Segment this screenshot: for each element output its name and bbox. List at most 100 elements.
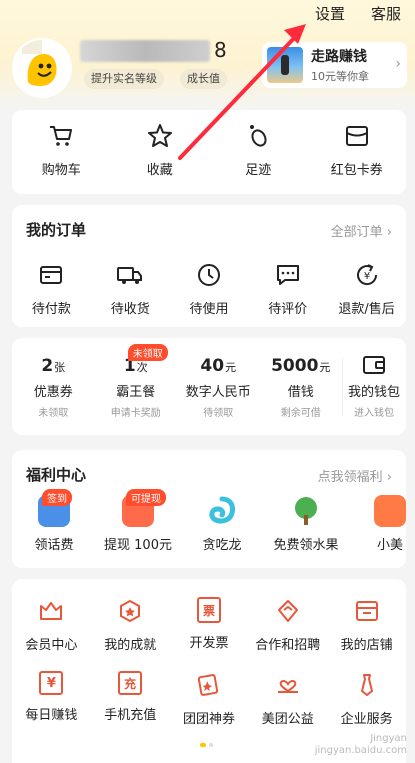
service-label: 合作和招聘 xyxy=(255,638,321,653)
order-item-label: 待使用 xyxy=(189,302,229,317)
asset-value: 5000元 xyxy=(271,356,331,376)
customer-service-button[interactable]: 客服 xyxy=(371,3,401,24)
assets-card: 2张 优惠券 未领取 未领取 1次 霸王餐 申请卡奖励 40元 数字人民币 待领… xyxy=(12,338,406,435)
quick-item-label: 足迹 xyxy=(245,163,272,178)
walk-earn-subtitle: 10元等你拿 xyxy=(311,70,369,83)
welfare-item-snake-game[interactable]: 贪吃龙 xyxy=(180,495,264,553)
asset-sub: 待领取 xyxy=(203,408,234,419)
service-my-store[interactable]: 我的店铺 xyxy=(327,597,406,653)
service-invoice[interactable]: 票 开发票 xyxy=(170,597,249,653)
service-charity[interactable]: 美团公益 xyxy=(248,671,327,727)
username-tail: 8 xyxy=(214,38,227,62)
order-item-pending-payment[interactable]: 待付款 xyxy=(12,261,91,317)
asset-value: 2张 xyxy=(41,356,66,376)
watermark-line1: Jingyan xyxy=(370,733,407,744)
truck-icon xyxy=(116,261,144,289)
tree-icon xyxy=(290,495,322,527)
growth-value-pill[interactable]: 成长值 xyxy=(180,69,227,89)
service-label: 开发票 xyxy=(189,636,229,651)
top-bar: 设置 客服 xyxy=(315,3,401,24)
service-label: 我的店铺 xyxy=(340,638,393,653)
asset-free-meal[interactable]: 未领取 1次 霸王餐 申请卡奖励 xyxy=(95,344,178,419)
username-redacted xyxy=(80,40,210,62)
recharge-glyph: 充 xyxy=(124,676,137,691)
avatar[interactable] xyxy=(14,40,70,96)
order-item-refund[interactable]: ¥ 退款/售后 xyxy=(327,261,406,317)
ticket-icon xyxy=(195,671,223,699)
charity-icon xyxy=(274,671,302,699)
asset-sub: 剩余可借 xyxy=(280,408,321,419)
chevron-right-icon: › xyxy=(395,56,401,72)
service-tuantuan-coupons[interactable]: 团团神券 xyxy=(170,671,249,727)
orders-card: 我的订单 全部订单 › 待付款 待收货 待使用 待评价 ¥ 退款/售后 xyxy=(12,205,406,327)
service-label: 手机充值 xyxy=(104,708,157,723)
welfare-item-label: 贪吃龙 xyxy=(202,538,242,553)
quick-item-coupons[interactable]: 红包卡券 xyxy=(308,122,407,178)
cart-icon xyxy=(47,122,75,150)
service-label: 团团神券 xyxy=(182,712,235,727)
crown-icon xyxy=(37,597,65,625)
asset-sub: 申请卡奖励 xyxy=(110,408,161,419)
order-item-to-use[interactable]: 待使用 xyxy=(170,261,249,317)
order-item-pending-receipt[interactable]: 待收货 xyxy=(91,261,170,317)
order-item-label: 待付款 xyxy=(31,302,71,317)
service-member-center[interactable]: 会员中心 xyxy=(12,597,91,653)
service-cooperation[interactable]: 合作和招聘 xyxy=(248,597,327,653)
quick-item-footprint[interactable]: 足迹 xyxy=(209,122,308,178)
welfare-center-card: 福利中心 点我领福利 › 签到 领话费 可提现 提现 100元 贪吃龙 免费领水… xyxy=(12,450,406,568)
quick-actions-card: 购物车 收藏 足迹 红包卡券 xyxy=(12,110,406,194)
invoice-icon: 票 xyxy=(196,597,221,623)
asset-label: 借钱 xyxy=(287,385,314,400)
asset-sub: 未领取 xyxy=(38,408,69,419)
quick-item-label: 收藏 xyxy=(146,163,173,178)
watermark-line2: jingyan.baidu.com xyxy=(314,745,407,756)
page-indicator xyxy=(200,743,213,747)
welfare-item-xiaomei[interactable]: 小美 xyxy=(348,495,406,553)
welfare-title: 福利中心 xyxy=(26,466,87,484)
verify-level-pill[interactable]: 提升实名等级 xyxy=(84,69,164,89)
welfare-item-phone-credit[interactable]: 签到 领话费 xyxy=(12,489,96,553)
star-icon xyxy=(146,122,174,150)
service-enterprise[interactable]: 企业服务 xyxy=(327,671,406,727)
quick-item-favorites[interactable]: 收藏 xyxy=(111,122,210,178)
medal-icon xyxy=(116,597,144,625)
service-daily-earn[interactable]: ¥ 每日赚钱 xyxy=(12,671,91,727)
my-wallet-label: 我的钱包 xyxy=(347,385,400,400)
welfare-more-link[interactable]: 点我领福利 › xyxy=(318,466,392,485)
my-wallet-entry[interactable]: 我的钱包 进入钱包 xyxy=(342,354,406,419)
orders-title: 我的订单 xyxy=(26,221,87,239)
welfare-item-label: 小美 xyxy=(376,538,403,553)
welfare-item-free-fruit[interactable]: 免费领水果 xyxy=(264,495,348,553)
settings-button[interactable]: 设置 xyxy=(315,3,345,24)
service-achievements[interactable]: 我的成就 xyxy=(91,597,170,653)
store-icon xyxy=(353,597,381,625)
walk-earn-card[interactable]: 走路赚钱 10元等你拿 › xyxy=(262,42,407,88)
yen-glyph: ¥ xyxy=(46,675,56,691)
asset-coupons[interactable]: 2张 优惠券 未领取 xyxy=(12,356,95,419)
asset-label: 优惠券 xyxy=(33,385,73,400)
refund-icon: ¥ xyxy=(353,261,381,289)
service-label: 美团公益 xyxy=(261,712,314,727)
recharge-icon: 充 xyxy=(118,671,143,695)
asset-digital-rmb[interactable]: 40元 数字人民币 待领取 xyxy=(177,356,260,419)
footprint-icon xyxy=(244,122,272,150)
asset-label: 霸王餐 xyxy=(116,385,156,400)
quick-item-label: 红包卡券 xyxy=(330,163,383,178)
my-wallet-sub: 进入钱包 xyxy=(354,408,394,419)
withdrawable-badge: 可提现 xyxy=(126,489,166,506)
walk-earn-title: 走路赚钱 xyxy=(311,49,367,65)
wallet-icon xyxy=(342,354,406,376)
all-orders-link[interactable]: 全部订单 › xyxy=(331,221,392,240)
quick-item-cart[interactable]: 购物车 xyxy=(12,122,111,178)
order-item-to-review[interactable]: 待评价 xyxy=(248,261,327,317)
welfare-item-withdraw[interactable]: 可提现 提现 100元 xyxy=(96,489,180,553)
wallet-card-icon xyxy=(37,261,65,289)
service-label: 会员中心 xyxy=(25,638,78,653)
welfare-item-label: 领话费 xyxy=(34,538,74,553)
invoice-glyph: 票 xyxy=(202,603,215,618)
asset-label: 数字人民币 xyxy=(185,385,251,400)
svg-text:¥: ¥ xyxy=(363,271,369,282)
asset-loan[interactable]: 5000元 借钱 剩余可借 xyxy=(260,356,343,419)
service-phone-recharge[interactable]: 充 手机充值 xyxy=(91,671,170,727)
yen-calendar-icon: ¥ xyxy=(39,671,64,695)
